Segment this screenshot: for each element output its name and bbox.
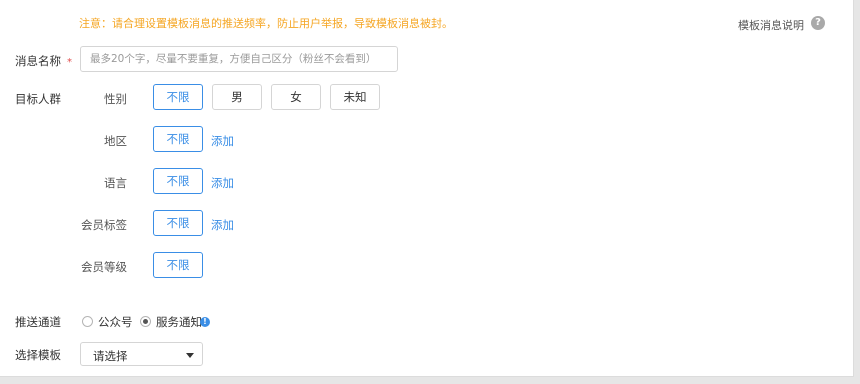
region-label: 地区 [104, 134, 127, 148]
channel-radio-official-account[interactable] [82, 316, 93, 327]
channel-option-official-account[interactable]: 公众号 [98, 314, 133, 330]
channel-option-service-notice[interactable]: 服务通知 [156, 314, 202, 330]
template-message-form: 注意：请合理设置模板消息的推送频率，防止用户举报，导致模板消息被封。 模板消息说… [0, 0, 854, 377]
message-name-label: 消息名称 * [15, 53, 72, 69]
gender-option-unknown[interactable]: 未知 [330, 84, 380, 110]
message-name-label-text: 消息名称 [15, 54, 61, 68]
member-level-label: 会员等级 [81, 260, 127, 274]
language-label: 语言 [104, 176, 127, 190]
member-tag-add-link[interactable]: 添加 [211, 217, 234, 233]
push-channel-label: 推送通道 [15, 315, 61, 329]
language-option-any[interactable]: 不限 [153, 168, 203, 194]
member-tag-label: 会员标签 [81, 218, 127, 232]
gender-option-male[interactable]: 男 [212, 84, 262, 110]
caret-down-icon [186, 353, 194, 358]
template-select-value: 请选择 [93, 349, 128, 363]
gender-option-female[interactable]: 女 [271, 84, 321, 110]
language-add-link[interactable]: 添加 [211, 175, 234, 191]
required-mark: * [67, 57, 72, 68]
channel-radio-service-notice[interactable] [140, 316, 151, 327]
region-option-any[interactable]: 不限 [153, 126, 203, 152]
notice-text: 注意：请合理设置模板消息的推送频率，防止用户举报，导致模板消息被封。 [79, 17, 453, 30]
gender-option-any[interactable]: 不限 [153, 84, 203, 110]
member-level-option-any[interactable]: 不限 [153, 252, 203, 278]
gender-label: 性别 [104, 92, 127, 106]
select-template-label: 选择模板 [15, 348, 61, 362]
message-name-input[interactable] [80, 46, 398, 72]
target-audience-label: 目标人群 [15, 92, 61, 106]
template-select[interactable]: 请选择 [80, 342, 203, 366]
help-link[interactable]: 模板消息说明 [738, 17, 804, 33]
region-add-link[interactable]: 添加 [211, 133, 234, 149]
member-tag-option-any[interactable]: 不限 [153, 210, 203, 236]
question-circle-icon[interactable]: ? [811, 16, 825, 30]
info-circle-icon[interactable]: ! [200, 317, 210, 327]
